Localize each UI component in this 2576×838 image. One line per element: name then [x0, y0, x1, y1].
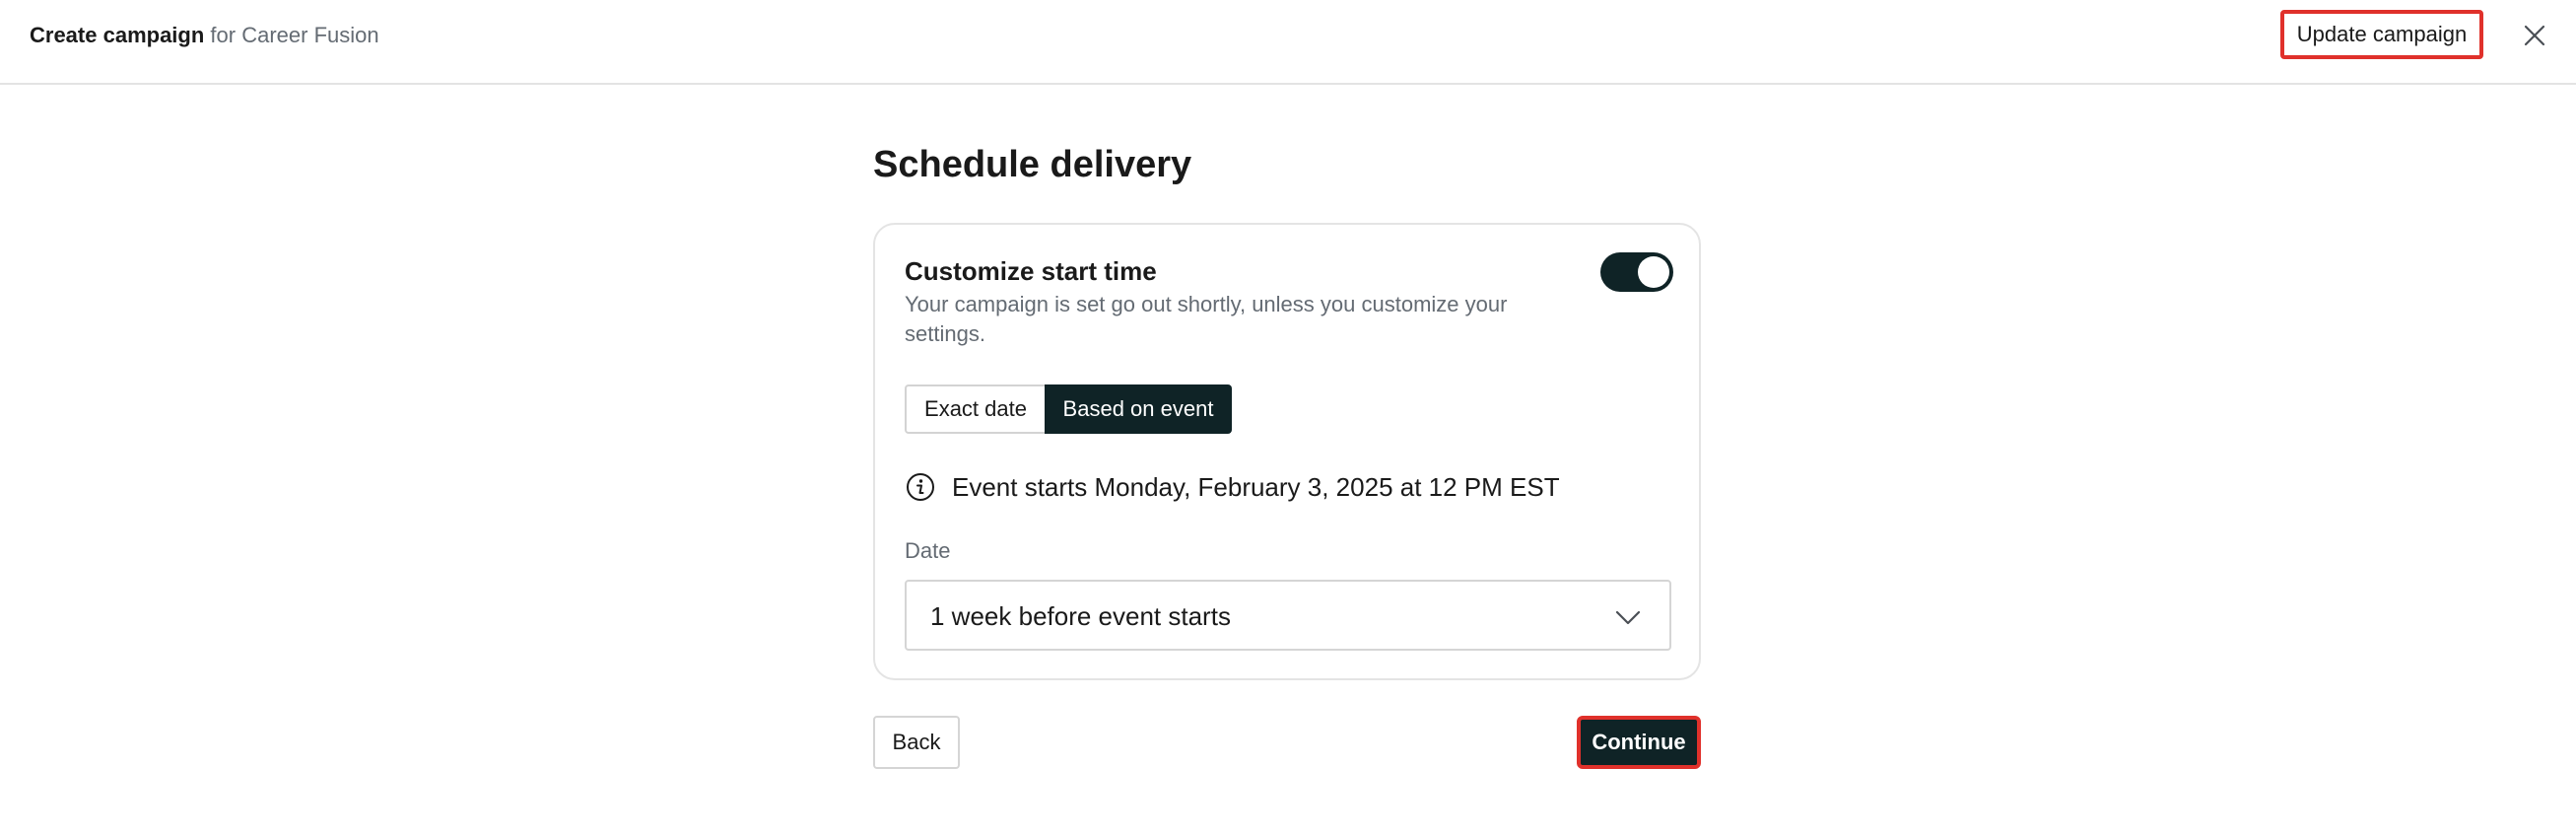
event-start-text: Event starts Monday, February 3, 2025 at… — [952, 471, 1560, 502]
page-title: Schedule delivery — [873, 144, 1192, 185]
exact-date-tab[interactable]: Exact date — [905, 384, 1045, 434]
customize-start-time-title: Customize start time — [905, 256, 1157, 286]
schedule-type-segmented-control: Exact date Based on event — [905, 384, 1232, 434]
continue-button[interactable]: Continue — [1577, 716, 1701, 769]
event-info-row: Event starts Monday, February 3, 2025 at… — [905, 467, 1560, 507]
based-on-event-tab[interactable]: Based on event — [1045, 384, 1232, 434]
date-select[interactable]: 1 week before event starts — [905, 580, 1671, 651]
top-bar: Create campaign for Career Fusion Update… — [0, 0, 2576, 85]
toggle-knob — [1638, 256, 1669, 288]
back-button[interactable]: Back — [873, 716, 960, 769]
close-icon[interactable] — [2521, 22, 2548, 49]
customize-start-time-toggle[interactable] — [1600, 252, 1673, 292]
chevron-down-icon — [1615, 610, 1641, 625]
header-subtitle: for Career Fusion — [210, 23, 379, 47]
date-label: Date — [905, 538, 951, 563]
page-header-title: Create campaign for Career Fusion — [30, 21, 379, 50]
update-campaign-button[interactable]: Update campaign — [2280, 10, 2483, 59]
info-icon — [907, 473, 934, 501]
schedule-card: Customize start time Your campaign is se… — [873, 223, 1701, 680]
header-title: Create campaign — [30, 23, 205, 47]
customize-start-time-description: Your campaign is set go out shortly, unl… — [905, 292, 1508, 346]
date-select-value: 1 week before event starts — [930, 601, 1231, 631]
